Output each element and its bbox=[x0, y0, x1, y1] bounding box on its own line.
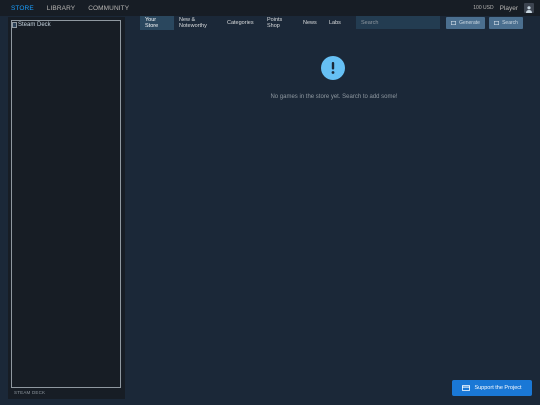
support-label: Support the Project bbox=[474, 385, 522, 391]
generate-label: Generate bbox=[459, 20, 480, 26]
search-icon bbox=[494, 21, 500, 25]
search-input[interactable] bbox=[356, 16, 440, 29]
nav-library[interactable]: LIBRARY bbox=[47, 5, 75, 12]
empty-state-message: No games in the store yet. Search to add… bbox=[270, 94, 398, 100]
featured-panel: Steam Deck STEAM DECK bbox=[8, 17, 125, 399]
featured-caption: STEAM DECK bbox=[14, 390, 46, 395]
generate-button[interactable]: Generate bbox=[446, 17, 485, 29]
broken-image-alt: Steam Deck bbox=[12, 22, 51, 28]
search-label: Search bbox=[502, 20, 518, 26]
exclamation-icon bbox=[321, 56, 345, 80]
generate-icon bbox=[451, 21, 457, 25]
wallet-balance: 100 USD bbox=[473, 5, 494, 11]
featured-image-alt-text: Steam Deck bbox=[18, 22, 51, 28]
account-area: 100 USD Player bbox=[473, 0, 534, 16]
tab-labs[interactable]: Labs bbox=[324, 16, 350, 30]
top-bar: STORE LIBRARY COMMUNITY 100 USD Player bbox=[0, 0, 540, 16]
broken-image-icon bbox=[12, 22, 17, 28]
nav-store[interactable]: STORE bbox=[11, 5, 34, 12]
store-nav: Your Store New & Noteworthy Categories P… bbox=[140, 15, 526, 30]
tab-your-store[interactable]: Your Store bbox=[140, 15, 174, 30]
nav-community[interactable]: COMMUNITY bbox=[88, 5, 129, 12]
main-nav: STORE LIBRARY COMMUNITY bbox=[0, 5, 142, 12]
player-name[interactable]: Player bbox=[500, 5, 518, 12]
featured-image[interactable]: Steam Deck bbox=[11, 20, 121, 388]
support-project-button[interactable]: Support the Project bbox=[452, 380, 532, 396]
credit-card-icon bbox=[462, 385, 471, 391]
user-icon[interactable] bbox=[524, 3, 534, 13]
tab-news[interactable]: News bbox=[298, 16, 324, 30]
tab-categories[interactable]: Categories bbox=[222, 16, 262, 30]
tab-new-noteworthy[interactable]: New & Noteworthy bbox=[174, 16, 222, 30]
tab-points-shop[interactable]: Points Shop bbox=[262, 16, 298, 30]
search-button[interactable]: Search bbox=[489, 17, 523, 29]
